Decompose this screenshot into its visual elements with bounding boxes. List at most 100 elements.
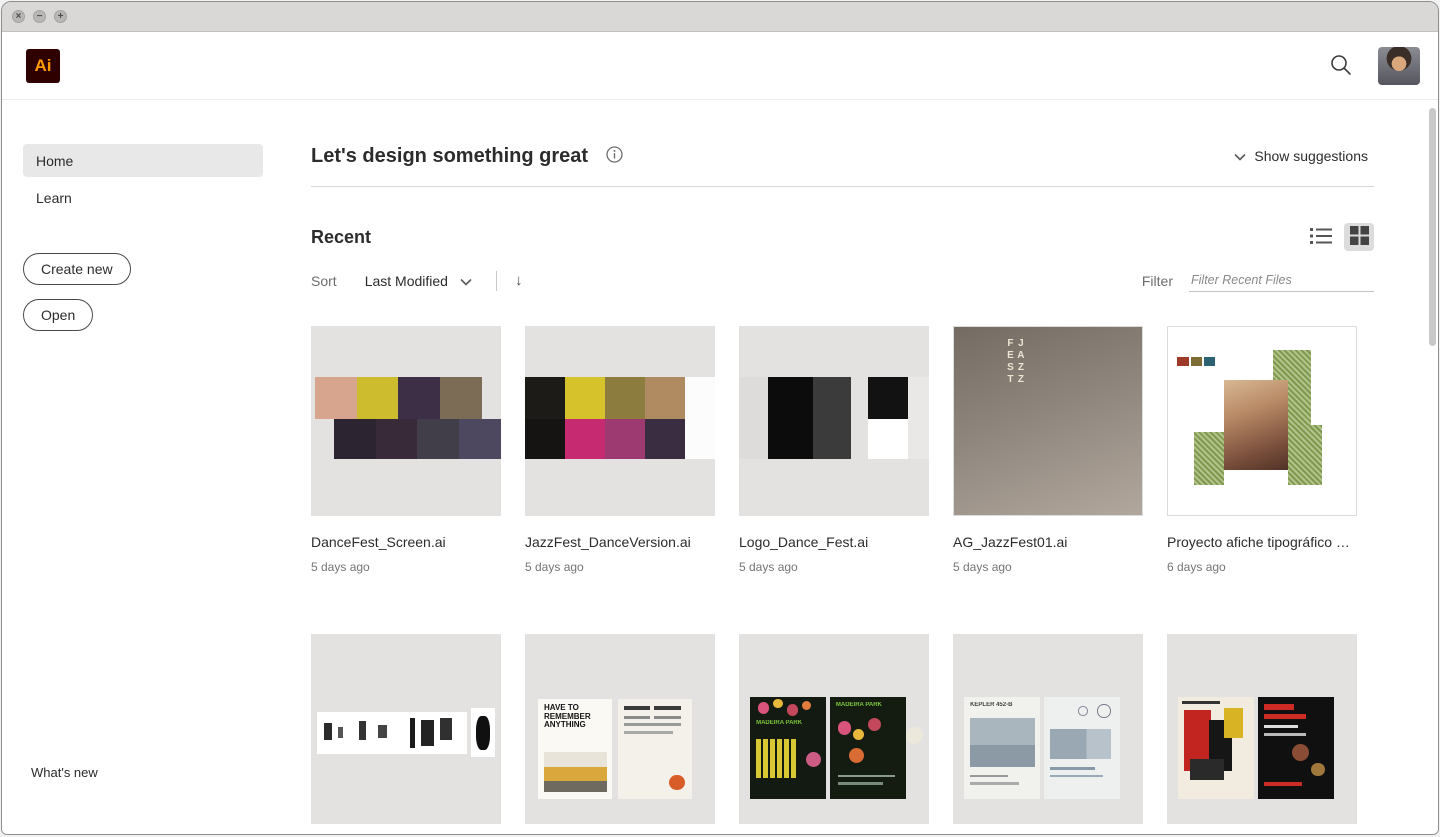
list-view-icon <box>1310 227 1332 248</box>
zoom-window-icon[interactable]: + <box>54 10 67 23</box>
artwork-shape <box>476 715 490 750</box>
hero-info-button[interactable] <box>602 142 627 170</box>
sort-value: Last Modified <box>364 272 448 289</box>
artwork-shape <box>837 774 895 778</box>
search-button[interactable] <box>1325 49 1356 83</box>
sidebar-item-home[interactable]: Home <box>23 144 263 177</box>
artwork-shape <box>1263 782 1302 786</box>
file-card[interactable]: Logo_Dance_Fest.ai 5 days ago <box>739 326 929 574</box>
file-name: Proyecto afiche tipográfico Sof... <box>1167 534 1357 550</box>
sort-separator <box>495 270 497 291</box>
file-card[interactable] <box>311 634 501 824</box>
artwork-shape <box>801 700 812 710</box>
sidebar-item-label: Learn <box>36 189 72 206</box>
artwork-shape <box>767 377 814 459</box>
artwork-shape <box>337 727 344 739</box>
artwork-shape <box>314 377 357 420</box>
artwork-shape <box>684 377 715 459</box>
show-suggestions-label: Show suggestions <box>1254 148 1368 164</box>
recent-title: Recent <box>311 226 372 247</box>
artwork-shape <box>773 698 783 709</box>
file-card[interactable]: DanceFest_Screen.ai 5 days ago <box>311 326 501 574</box>
file-card[interactable]: MADEIRA PARK MADEIRA PARK <box>739 634 929 824</box>
show-suggestions-toggle[interactable]: Show suggestions <box>1228 147 1374 165</box>
recent-controls: Sort Last Modified ↓ Filter <box>311 269 1374 292</box>
sort-direction-button[interactable]: ↓ <box>509 270 529 291</box>
info-icon <box>606 146 623 166</box>
file-card[interactable]: KEPLER 452-B <box>953 634 1143 824</box>
file-thumbnail[interactable] <box>311 326 501 516</box>
file-thumbnail[interactable] <box>1167 634 1357 824</box>
hero-row: Let's design something great Show sugges… <box>311 142 1374 170</box>
grid-view-icon <box>1349 226 1369 248</box>
content-area: Home Learn Create new Open What's new Le… <box>2 100 1438 834</box>
recent-files-grid: DanceFest_Screen.ai 5 days ago JazzFest_Da… <box>311 326 1374 824</box>
file-card[interactable]: HAVE TO REMEMBER ANYTHING <box>525 634 715 824</box>
vertical-scrollbar[interactable] <box>1428 102 1437 834</box>
artwork-shape <box>333 419 376 459</box>
grid-view-button[interactable] <box>1344 223 1374 251</box>
poster-text: MADEIRA PARK <box>835 702 882 709</box>
file-card[interactable]: JAZZ FEST AG_JazzFest01.ai 5 days ago <box>953 326 1143 574</box>
file-card[interactable]: JazzFest_DanceVersion.ai 5 days ago <box>525 326 715 574</box>
open-button[interactable]: Open <box>23 299 94 331</box>
artwork-shape <box>654 715 681 719</box>
file-thumbnail[interactable] <box>311 634 501 824</box>
file-card[interactable]: Proyecto afiche tipográfico Sof... 6 days… <box>1167 326 1357 574</box>
file-name: AG_JazzFest01.ai <box>953 534 1068 550</box>
artwork-shape <box>837 782 884 786</box>
artwork-shape <box>1263 704 1295 710</box>
artwork-shape <box>377 725 387 739</box>
filter-group: Filter <box>1142 269 1374 292</box>
artwork-shape <box>1224 708 1243 739</box>
file-thumbnail[interactable]: KEPLER 452-B <box>953 634 1143 824</box>
sort-dropdown[interactable]: Last Modified <box>359 272 478 290</box>
sidebar-item-learn[interactable]: Learn <box>23 181 263 214</box>
page-title: Let's design something great <box>311 144 589 167</box>
file-thumbnail[interactable]: HAVE TO REMEMBER ANYTHING <box>525 634 715 824</box>
app-header: Ai <box>2 32 1438 100</box>
artwork-shape <box>837 721 852 735</box>
artwork-shape <box>440 717 452 741</box>
artwork-shape <box>623 723 681 727</box>
artwork-shape <box>739 377 768 459</box>
list-view-button[interactable] <box>1306 223 1336 251</box>
artwork-shape <box>1049 767 1096 770</box>
artwork-shape <box>604 419 645 459</box>
artwork-shape <box>604 377 645 420</box>
artwork-shape <box>756 738 798 779</box>
app-window: × − + Ai Home Learn Create new Open What… <box>1 1 1439 835</box>
artwork-shape <box>1203 357 1215 367</box>
artwork-shape <box>623 706 651 710</box>
artwork-shape <box>644 419 685 459</box>
filter-label: Filter <box>1141 272 1173 289</box>
titlebar: × − + <box>2 2 1438 32</box>
file-thumbnail[interactable]: JAZZ FEST <box>953 326 1143 516</box>
artwork-shape <box>970 774 1009 778</box>
artwork-shape <box>1182 700 1221 705</box>
whats-new-link[interactable]: What's new <box>31 765 98 780</box>
filter-recent-files-input[interactable] <box>1189 269 1374 292</box>
create-new-button[interactable]: Create new <box>23 253 131 285</box>
poster-text: MADEIRA PARK <box>756 719 803 726</box>
artwork-shape <box>908 377 929 459</box>
file-thumbnail[interactable] <box>525 326 715 516</box>
file-card[interactable] <box>1167 634 1357 824</box>
scrollbar-thumb[interactable] <box>1429 108 1436 346</box>
file-name: DanceFest_Screen.ai <box>311 534 446 550</box>
artwork-shape <box>1263 725 1299 729</box>
file-modified: 5 days ago <box>953 560 1012 574</box>
search-icon <box>1329 53 1352 79</box>
artwork-shape <box>564 419 605 459</box>
artwork-shape <box>398 377 441 420</box>
chevron-down-icon <box>1234 148 1246 164</box>
file-thumbnail[interactable] <box>1167 326 1357 516</box>
artwork-shape <box>324 723 332 741</box>
file-thumbnail[interactable] <box>739 326 929 516</box>
close-window-icon[interactable]: × <box>12 10 25 23</box>
artwork-shape <box>786 704 798 716</box>
file-thumbnail[interactable]: MADEIRA PARK MADEIRA PARK <box>739 634 929 824</box>
minimize-window-icon[interactable]: − <box>33 10 46 23</box>
user-avatar[interactable] <box>1378 47 1420 85</box>
artwork-shape <box>1194 432 1225 485</box>
